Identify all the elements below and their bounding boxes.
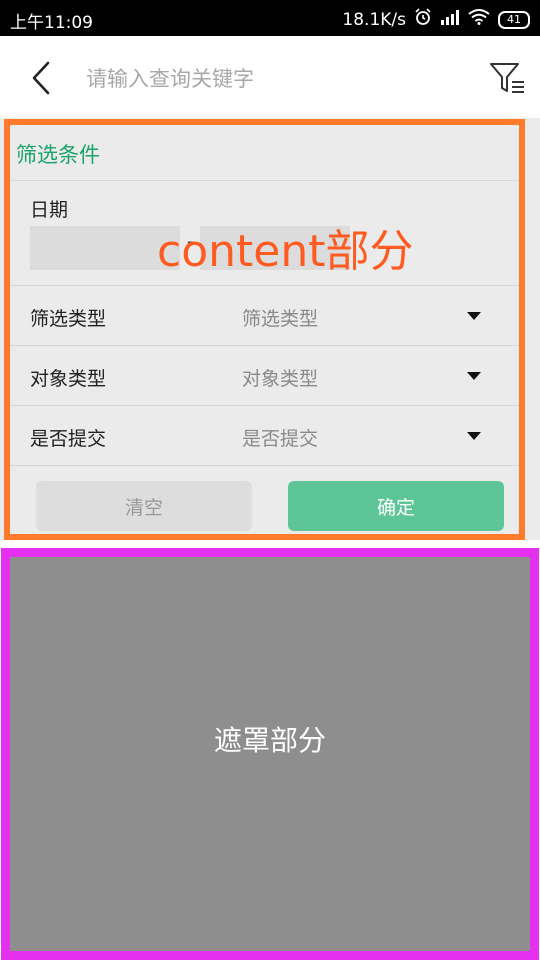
submitted-select[interactable]: 是否提交 (242, 424, 318, 451)
submitted-label: 是否提交 (30, 428, 107, 450)
status-bar: 上午11:09 18.1K/s 41 (0, 0, 540, 36)
battery-icon: 41 (498, 10, 530, 29)
status-icons: 18.1K/s 41 (342, 8, 530, 31)
back-icon (32, 61, 50, 95)
search-header (0, 36, 540, 118)
alarm-icon (414, 8, 432, 31)
date-separator: - (187, 231, 194, 252)
mask-label: 遮罩部分 (213, 724, 326, 757)
end-date-field[interactable] (200, 226, 350, 270)
dropdown-caret-icon (467, 312, 481, 320)
submitted-row[interactable]: 是否提交 是否提交 (10, 406, 519, 466)
filter-type-label: 筛选类型 (30, 308, 107, 330)
object-type-select[interactable]: 对象类型 (242, 364, 318, 391)
back-button[interactable] (28, 60, 58, 96)
filter-icon (490, 63, 524, 93)
clear-button[interactable]: 清空 (36, 481, 252, 531)
object-type-row[interactable]: 对象类型 对象类型 (10, 346, 519, 406)
panel-title: 筛选条件 (16, 143, 100, 167)
wifi-icon (468, 9, 490, 30)
filter-button[interactable] (488, 58, 528, 98)
divider (10, 180, 519, 181)
search-input[interactable] (84, 58, 468, 100)
content-panel: 筛选条件 日期 - content部分 筛选类型 筛选类型 对象类型 对象类型 … (4, 119, 525, 540)
network-speed: 18.1K/s (342, 9, 406, 30)
status-time: 上午11:09 (10, 13, 93, 33)
object-type-label: 对象类型 (30, 368, 107, 390)
mask-overlay[interactable]: 遮罩部分 (1, 548, 539, 960)
confirm-button[interactable]: 确定 (288, 481, 504, 531)
filter-type-select[interactable]: 筛选类型 (242, 304, 318, 331)
signal-icon (440, 9, 460, 30)
filter-type-row[interactable]: 筛选类型 筛选类型 (10, 286, 519, 346)
divider (10, 465, 519, 466)
start-date-field[interactable] (30, 226, 180, 270)
dropdown-caret-icon (467, 372, 481, 380)
date-label: 日期 (30, 199, 69, 221)
dropdown-caret-icon (467, 432, 481, 440)
